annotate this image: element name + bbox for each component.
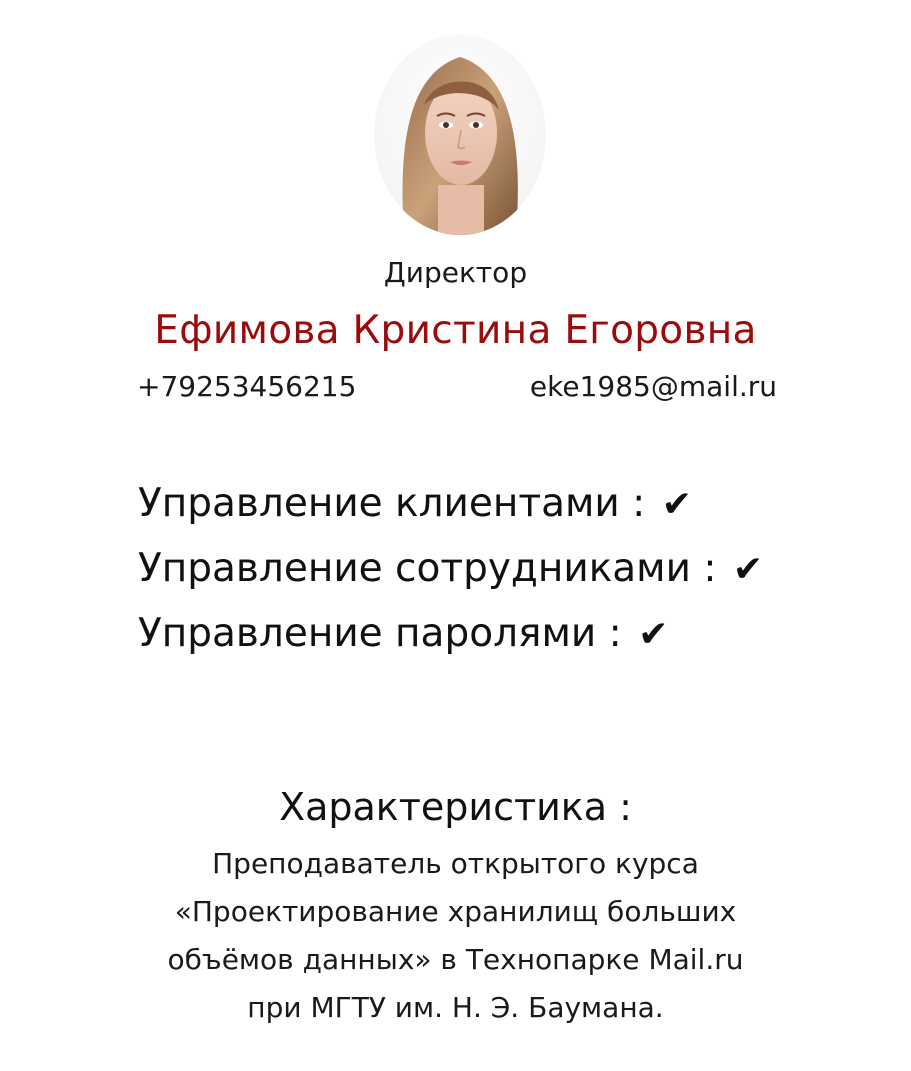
check-icon: ✔ xyxy=(638,614,669,655)
phone-number: +79253456215 xyxy=(137,370,357,403)
check-icon: ✔ xyxy=(732,549,764,590)
characteristic-line: «Проектирование хранилищ больших xyxy=(174,895,737,928)
characteristic-line: Преподаватель открытого курса xyxy=(212,847,699,880)
role-title: Директор xyxy=(383,256,528,289)
characteristic-line: объёмов данных» в Технопарке Mail.ru xyxy=(167,943,744,976)
permission-passwords: Управление паролями : ✔ xyxy=(138,608,878,673)
permission-clients: Управление клиентами : ✔ xyxy=(138,478,878,543)
permission-label: Управление паролями : xyxy=(138,611,622,656)
contact-info: +79253456215 eke1985@mail.ru xyxy=(137,367,777,407)
full-name: Ефимова Кристина Егоровна xyxy=(154,308,757,353)
permissions-list: Управление клиентами : ✔ Управление сотр… xyxy=(138,478,878,673)
permission-employees: Управление сотрудниками : ✔ xyxy=(138,543,878,608)
avatar xyxy=(374,35,546,235)
avatar-photo xyxy=(374,35,546,235)
characteristic-line: при МГТУ им. Н. Э. Баумана. xyxy=(247,991,664,1024)
characteristic-title: Характеристика : xyxy=(279,785,632,829)
characteristic-text: Преподаватель открытого курса «Проектиро… xyxy=(0,840,911,1032)
email-address: eke1985@mail.ru xyxy=(529,370,777,403)
permission-label: Управление клиентами : xyxy=(138,481,646,526)
permission-label: Управление сотрудниками : xyxy=(138,546,717,591)
check-icon: ✔ xyxy=(661,484,692,525)
